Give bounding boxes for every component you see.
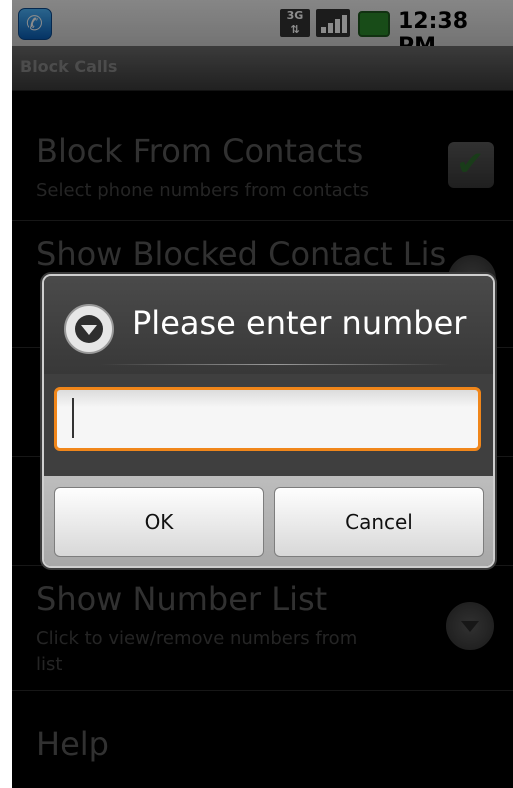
dialog-divider	[100, 364, 450, 365]
dialog-header: Please enter number	[44, 276, 493, 374]
phone-screen: 3G⇅ 12:38 PM Block Calls Block From Cont…	[12, 0, 513, 788]
dialog-body	[44, 374, 493, 484]
cancel-button[interactable]: Cancel	[274, 487, 484, 557]
dialog-title: Please enter number	[132, 304, 467, 342]
dropdown-arrow-icon	[64, 304, 114, 354]
text-cursor	[72, 398, 74, 438]
number-input[interactable]	[54, 387, 481, 451]
dialog-button-bar: OK Cancel	[44, 476, 493, 566]
ok-button[interactable]: OK	[54, 487, 264, 557]
enter-number-dialog: Please enter number OK Cancel	[44, 276, 493, 566]
